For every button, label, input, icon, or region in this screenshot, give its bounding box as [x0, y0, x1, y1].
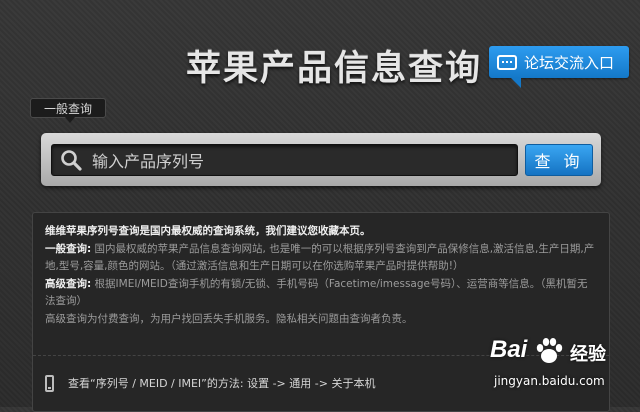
general-query-text: 国内最权威的苹果产品信息查询网站, 也是唯一的可以根据序列号查询到产品保修信息,… [45, 242, 595, 273]
search-icon [61, 150, 82, 171]
general-query-label: 一般查询: [45, 242, 92, 255]
serial-number-input[interactable] [90, 145, 514, 177]
search-bar: 查 询 [41, 133, 601, 186]
watermark-url: jingyan.baidu.com [494, 374, 605, 388]
advanced-query-text: 根据IMEI/MEID查询手机的有锁/无锁、手机号码（Facetime/imes… [45, 277, 588, 308]
advanced-query-note: 高级查询为付费查询，为用户找回丢失手机服务。隐私相关问题由查询者负责。 [45, 312, 413, 325]
howto-text: 查看“序列号 / MEID / IMEI”的方法: 设置 -> 通用 -> 关于… [68, 377, 376, 390]
forum-entry-button[interactable]: 论坛交流入口 [489, 46, 629, 88]
baidu-jingyan-watermark: Bai 经验 jingyan.baidu.com [490, 336, 638, 404]
page-title: 苹果产品信息查询 [186, 49, 483, 89]
search-button[interactable]: 查 询 [525, 144, 593, 176]
watermark-logo-text: Bai [490, 336, 528, 363]
paw-icon [536, 338, 563, 363]
search-field[interactable] [51, 144, 518, 177]
forum-entry-label: 论坛交流入口 [524, 53, 615, 72]
info-general: 一般查询: 国内最权威的苹果产品信息查询网站, 也是唯一的可以根据序列号查询到产… [45, 241, 597, 276]
info-intro: 维维苹果序列号查询是国内最权威的查询系统，我们建议您收藏本页。 [45, 225, 371, 237]
info-advanced: 高级查询: 根据IMEI/MEID查询手机的有锁/无锁、手机号码（Facetim… [45, 276, 597, 311]
watermark-suffix: 经验 [570, 344, 606, 365]
phone-icon [45, 375, 54, 393]
howto-row: 查看“序列号 / MEID / IMEI”的方法: 设置 -> 通用 -> 关于… [45, 375, 375, 393]
tab-general-query[interactable]: 一般查询 [30, 98, 106, 123]
advanced-query-label: 高级查询: [45, 277, 92, 290]
chat-bubble-icon [497, 54, 517, 70]
